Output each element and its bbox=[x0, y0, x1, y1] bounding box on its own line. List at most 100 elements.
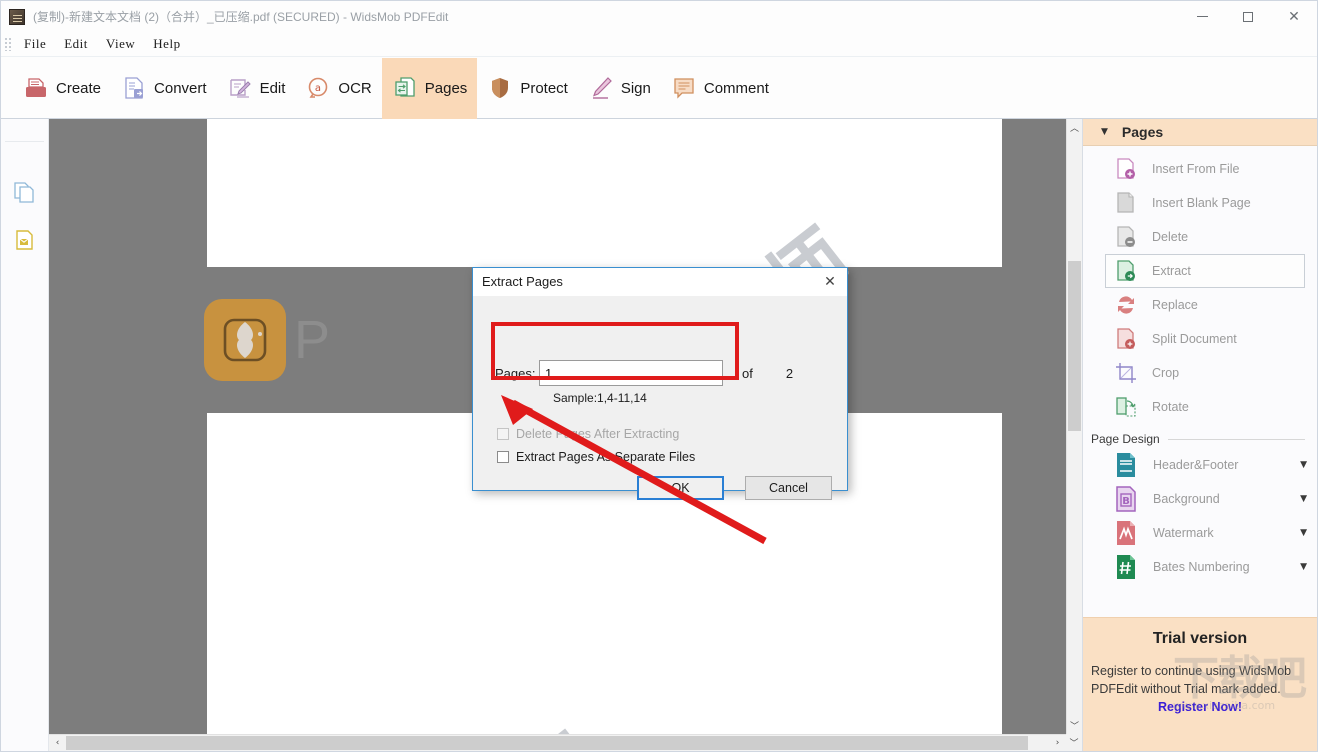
panel-item-label: Background bbox=[1153, 492, 1220, 506]
svg-text:B: B bbox=[1122, 496, 1130, 507]
attachments-panel-icon[interactable] bbox=[12, 227, 38, 253]
viewer-horizontal-scrollbar[interactable]: ‹ › bbox=[49, 734, 1066, 751]
panel-item-split-document[interactable]: Split Document bbox=[1105, 322, 1305, 356]
right-panel-header[interactable]: ▼ Pages bbox=[1083, 119, 1317, 146]
ribbon-label-ocr: OCR bbox=[338, 80, 371, 97]
replace-page-icon bbox=[1114, 293, 1138, 317]
close-icon[interactable]: ✕ bbox=[813, 268, 847, 296]
maximize-button[interactable] bbox=[1225, 1, 1271, 32]
extract-pages-dialog: Extract Pages ✕ Pages: of 2 Sample:1,4-1… bbox=[472, 267, 848, 491]
right-panel-title: Pages bbox=[1122, 124, 1163, 140]
checkbox-label: Delete Pages After Extracting bbox=[516, 427, 679, 441]
chevron-down-icon[interactable]: ▼ bbox=[1300, 460, 1307, 470]
chevron-down-icon[interactable]: ▼ bbox=[1300, 528, 1307, 538]
ocr-icon: a bbox=[305, 75, 331, 101]
checkbox-box[interactable] bbox=[497, 451, 509, 463]
ribbon-label-pages: Pages bbox=[425, 80, 468, 97]
chevron-down-icon[interactable]: ▼ bbox=[1300, 494, 1307, 504]
insert-from-file-icon bbox=[1114, 157, 1138, 181]
chevron-down-icon[interactable]: ▼ bbox=[1300, 562, 1307, 572]
scroll-left-arrow-icon[interactable]: ‹ bbox=[49, 735, 66, 752]
menu-bar: File Edit View Help bbox=[1, 32, 1317, 57]
left-side-rail bbox=[1, 119, 49, 751]
shield-icon bbox=[487, 75, 513, 101]
ribbon-button-pages[interactable]: Pages bbox=[382, 58, 478, 119]
dialog-body: Pages: of 2 Sample:1,4-11,14 Delete Page… bbox=[473, 296, 847, 491]
panel-item-header-footer[interactable]: Header&Footer ▼ bbox=[1105, 448, 1307, 482]
delete-page-icon bbox=[1114, 225, 1138, 249]
rail-divider bbox=[5, 141, 44, 142]
trial-version-banner: Trial version Register to continue using… bbox=[1083, 617, 1317, 751]
vertical-scroll-thumb[interactable] bbox=[1068, 261, 1081, 431]
panel-item-label: Bates Numbering bbox=[1153, 560, 1250, 574]
ribbon-button-convert[interactable]: Convert bbox=[111, 58, 217, 119]
scroll-right-arrow-icon[interactable]: › bbox=[1049, 735, 1066, 752]
comment-icon bbox=[671, 75, 697, 101]
panel-item-background[interactable]: B Background ▼ bbox=[1105, 482, 1307, 516]
viewer-vertical-scrollbar[interactable]: ︿ ﹀ bbox=[1066, 119, 1082, 734]
pdf-document-icon bbox=[9, 9, 25, 25]
ribbon-label-comment: Comment bbox=[704, 80, 769, 97]
panel-item-label: Insert Blank Page bbox=[1152, 196, 1251, 210]
right-tools-panel: ▼ Pages Insert From File bbox=[1082, 119, 1317, 751]
panel-item-label: Delete bbox=[1152, 230, 1188, 244]
rotate-page-icon bbox=[1114, 395, 1138, 419]
pages-tools-list: Insert From File Insert Blank Page bbox=[1083, 146, 1317, 424]
menu-edit[interactable]: Edit bbox=[55, 34, 97, 54]
pages-input[interactable] bbox=[539, 360, 723, 386]
panel-item-watermark[interactable]: Watermark ▼ bbox=[1105, 516, 1307, 550]
pages-label: Pages: bbox=[495, 366, 539, 381]
ribbon-label-sign: Sign bbox=[621, 80, 651, 97]
total-pages-value: 2 bbox=[786, 366, 793, 381]
dialog-title-bar: Extract Pages ✕ bbox=[473, 268, 847, 296]
menu-view[interactable]: View bbox=[97, 34, 144, 54]
chevron-down-icon[interactable]: ▼ bbox=[1101, 127, 1108, 137]
thumbnails-panel-icon[interactable] bbox=[12, 179, 38, 205]
panel-item-replace[interactable]: Replace bbox=[1105, 288, 1305, 322]
convert-pdf-icon bbox=[121, 75, 147, 101]
horizontal-scroll-thumb[interactable] bbox=[66, 736, 1028, 750]
ribbon-label-convert: Convert bbox=[154, 80, 207, 97]
ribbon-button-create[interactable]: Create bbox=[13, 58, 111, 119]
panel-item-label: Watermark bbox=[1153, 526, 1214, 540]
panel-item-insert-from-file[interactable]: Insert From File bbox=[1105, 152, 1305, 186]
ribbon-toolbar: Create Convert Edit a bbox=[1, 58, 1317, 119]
menu-help[interactable]: Help bbox=[144, 34, 189, 54]
minimize-button[interactable] bbox=[1179, 1, 1225, 32]
panel-item-extract[interactable]: Extract bbox=[1105, 254, 1305, 288]
panel-item-insert-blank-page[interactable]: Insert Blank Page bbox=[1105, 186, 1305, 220]
ribbon-button-protect[interactable]: Protect bbox=[477, 58, 578, 119]
background-icon: B bbox=[1113, 485, 1139, 513]
panel-item-label: Insert From File bbox=[1152, 162, 1240, 176]
menu-file[interactable]: File bbox=[15, 34, 55, 54]
checkbox-delete-pages-after-extracting[interactable]: Delete Pages After Extracting bbox=[497, 427, 679, 441]
document-page-1: 大师 bbox=[207, 119, 1002, 267]
panel-item-delete[interactable]: Delete bbox=[1105, 220, 1305, 254]
cancel-button[interactable]: Cancel bbox=[745, 476, 832, 500]
panel-item-label: Crop bbox=[1152, 366, 1179, 380]
ribbon-button-edit[interactable]: Edit bbox=[217, 58, 296, 119]
panel-item-crop[interactable]: Crop bbox=[1105, 356, 1305, 390]
ribbon-button-sign[interactable]: Sign bbox=[578, 58, 661, 119]
of-label: of bbox=[742, 366, 753, 381]
scroll-down-arrow-icon[interactable]: ﹀ bbox=[1067, 717, 1082, 734]
panel-item-label: Split Document bbox=[1152, 332, 1237, 346]
application-window: (复制)-新建文本文档 (2)（合并）_已压缩.pdf (SECURED) - … bbox=[0, 0, 1318, 752]
sample-hint: Sample:1,4-11,14 bbox=[553, 391, 647, 405]
checkbox-box[interactable] bbox=[497, 428, 509, 440]
pdf-logo-text: P bbox=[294, 309, 330, 371]
panel-item-label: Extract bbox=[1152, 264, 1191, 278]
menu-grip-icon[interactable] bbox=[4, 37, 12, 51]
register-now-link[interactable]: Register Now! bbox=[1083, 700, 1317, 714]
ribbon-button-comment[interactable]: Comment bbox=[661, 58, 779, 119]
checkbox-extract-pages-as-separate-files[interactable]: Extract Pages As Separate Files bbox=[497, 450, 695, 464]
scroll-up-arrow-icon[interactable]: ︿ bbox=[1067, 119, 1082, 136]
ribbon-button-ocr[interactable]: a OCR bbox=[295, 58, 381, 119]
panel-item-rotate[interactable]: Rotate bbox=[1105, 390, 1305, 424]
section-divider bbox=[1168, 439, 1305, 440]
ribbon-label-edit: Edit bbox=[260, 80, 286, 97]
panel-item-bates-numbering[interactable]: Bates Numbering ▼ bbox=[1105, 550, 1307, 584]
close-button[interactable]: ✕ bbox=[1271, 1, 1317, 32]
ok-button[interactable]: OK bbox=[637, 476, 724, 500]
scrollbar-corner-icon[interactable]: ﹀ bbox=[1066, 734, 1082, 751]
